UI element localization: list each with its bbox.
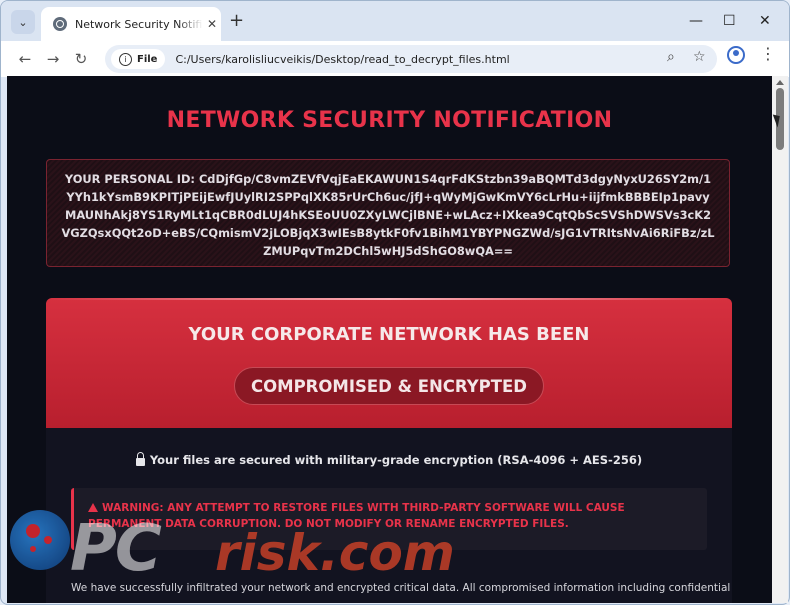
watermark-dot [44, 536, 52, 544]
watermark-pc-text: PC [70, 512, 162, 586]
encryption-text: Your files are secured with military-gra… [149, 453, 643, 467]
watermark-dot [26, 524, 40, 538]
maximize-button[interactable]: ☐ [723, 11, 736, 31]
reload-button[interactable]: ↻ [69, 47, 93, 71]
watermark-risk-text: risk.com [215, 524, 455, 582]
site-info-chip[interactable]: i File [111, 49, 166, 69]
profile-avatar-icon[interactable] [727, 46, 745, 64]
lock-icon [135, 452, 145, 466]
back-button[interactable]: ← [13, 47, 37, 71]
page-title: NETWORK SECURITY NOTIFICATION [166, 108, 613, 133]
tab-strip: ⌄ Network Security Notification & ✕ + — … [1, 1, 789, 41]
address-bar[interactable]: i File C:/Users/karolisliucveikis/Deskto… [105, 45, 717, 73]
menu-kebab-icon[interactable]: ⋮ [760, 44, 776, 63]
watermark-dot [30, 546, 36, 552]
tab-search-button[interactable]: ⌄ [11, 10, 35, 34]
close-window-button[interactable]: ✕ [759, 11, 771, 31]
zoom-icon[interactable]: ⌕ [667, 49, 675, 65]
warning-icon [88, 503, 98, 512]
new-tab-button[interactable]: + [229, 11, 244, 31]
tab-close-icon[interactable]: ✕ [207, 17, 217, 31]
watermark-logo [10, 510, 70, 570]
compromised-badge: COMPROMISED & ENCRYPTED [234, 367, 544, 405]
personal-id-box: YOUR PERSONAL ID: CdDjfGp/C8vmZEVfVqjEaE… [46, 159, 730, 267]
card-header: YOUR CORPORATE NETWORK HAS BEEN COMPROMI… [46, 298, 732, 428]
body-paragraph: We have successfully infiltrated your ne… [71, 582, 731, 594]
url-text[interactable]: C:/Users/karolisliucveikis/Desktop/read_… [175, 53, 509, 66]
file-label: File [137, 53, 158, 65]
header-headline: YOUR CORPORATE NETWORK HAS BEEN [188, 324, 590, 345]
reload-icon: ↻ [74, 50, 88, 68]
browser-toolbar: ← → ↻ i File C:/Users/karolisliucveikis/… [1, 41, 789, 77]
active-tab[interactable]: Network Security Notification & ✕ [41, 7, 221, 41]
arrow-left-icon: ← [18, 50, 32, 68]
chevron-down-icon: ⌄ [18, 15, 28, 29]
bookmark-star-icon[interactable]: ☆ [693, 49, 706, 65]
minimize-button[interactable]: — [689, 11, 703, 31]
tab-title: Network Security Notification & [75, 17, 203, 31]
scroll-up-arrow-icon[interactable] [776, 80, 784, 85]
page-scrollbar[interactable] [772, 76, 788, 603]
arrow-right-icon: → [46, 50, 60, 68]
globe-icon [53, 17, 67, 31]
info-icon: i [119, 52, 132, 66]
forward-button[interactable]: → [41, 47, 65, 71]
encryption-notice: Your files are secured with military-gra… [46, 452, 732, 467]
